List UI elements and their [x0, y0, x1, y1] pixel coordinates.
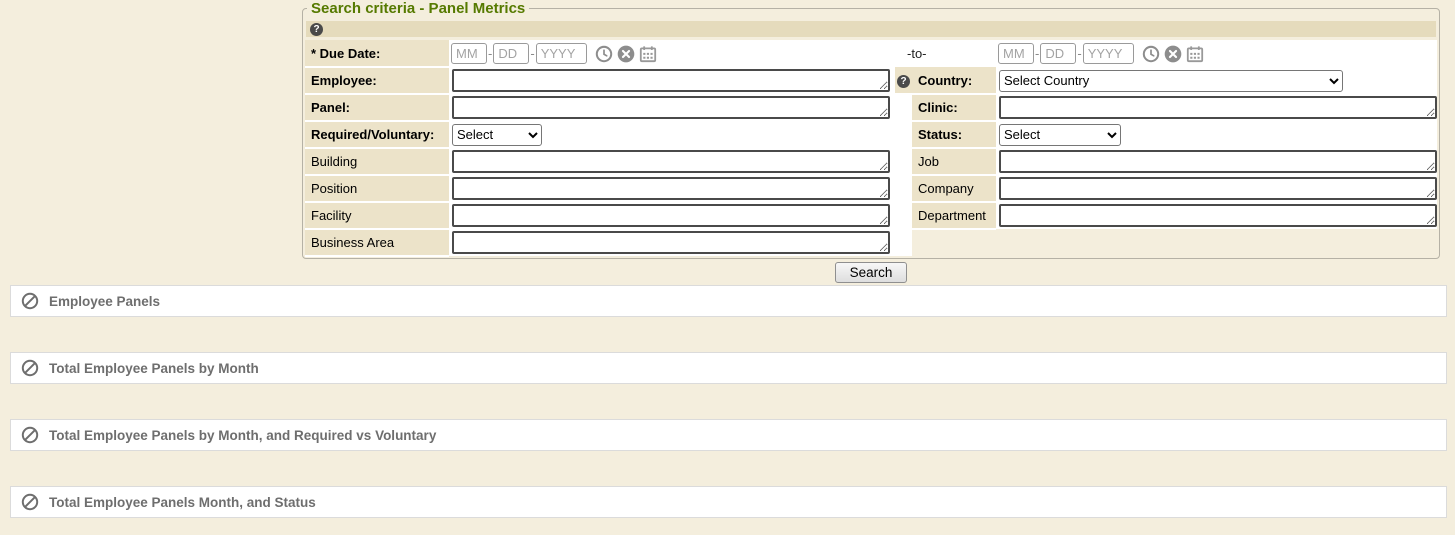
- date-separator: -: [488, 46, 492, 61]
- row-business-area: Business Area: [305, 229, 1437, 256]
- time-icon[interactable]: [595, 45, 613, 63]
- disabled-icon: [21, 292, 39, 310]
- due-date-from-day-input[interactable]: [493, 43, 529, 64]
- due-date-to-year-input[interactable]: [1083, 43, 1134, 64]
- due-date-to-group: - -: [998, 43, 1435, 64]
- panel-input[interactable]: [452, 96, 890, 119]
- company-label: Company: [912, 175, 996, 202]
- disabled-icon: [21, 426, 39, 444]
- help-icon[interactable]: ?: [310, 23, 323, 36]
- date-separator: -: [1035, 46, 1039, 61]
- job-input[interactable]: [999, 150, 1437, 173]
- help-bar: ?: [306, 21, 1436, 37]
- section-total-panels-required-vs-voluntary[interactable]: Total Employee Panels by Month, and Requ…: [10, 419, 1447, 451]
- department-label: Department: [912, 202, 996, 229]
- row-due-date: * Due Date: - -: [305, 40, 1437, 67]
- employee-input[interactable]: [452, 69, 890, 92]
- search-button[interactable]: Search: [835, 262, 908, 283]
- country-select[interactable]: Select Country: [999, 70, 1343, 92]
- section-label: Total Employee Panels by Month: [49, 361, 259, 376]
- section-label: Total Employee Panels Month, and Status: [49, 495, 316, 510]
- required-voluntary-select[interactable]: Select: [452, 124, 542, 146]
- time-icon[interactable]: [1142, 45, 1160, 63]
- due-date-from-year-input[interactable]: [536, 43, 587, 64]
- due-date-label: * Due Date:: [305, 40, 449, 67]
- row-position-company: Position Company: [305, 175, 1437, 202]
- row-building-job: Building Job: [305, 148, 1437, 175]
- clear-date-icon[interactable]: [617, 45, 635, 63]
- facility-label: Facility: [305, 202, 449, 229]
- disabled-icon: [21, 359, 39, 377]
- clinic-label: Clinic:: [912, 94, 996, 121]
- section-total-panels-month-status[interactable]: Total Employee Panels Month, and Status: [10, 486, 1447, 518]
- calendar-icon[interactable]: [639, 45, 657, 63]
- date-separator: -: [1077, 46, 1081, 61]
- section-label: Total Employee Panels by Month, and Requ…: [49, 428, 436, 443]
- building-input[interactable]: [452, 150, 890, 173]
- employee-label: Employee:: [305, 67, 449, 94]
- due-date-from-month-input[interactable]: [451, 43, 487, 64]
- due-date-from-group: - -: [451, 43, 893, 64]
- company-input[interactable]: [999, 177, 1437, 200]
- search-button-row: Search: [302, 262, 1440, 283]
- section-total-panels-by-month[interactable]: Total Employee Panels by Month: [10, 352, 1447, 384]
- search-criteria-panel: Search criteria - Panel Metrics ? * Due …: [302, 0, 1440, 259]
- country-help-icon[interactable]: ?: [897, 75, 910, 88]
- section-label: Employee Panels: [49, 294, 160, 309]
- status-select[interactable]: Select: [999, 124, 1121, 146]
- page-title: Search criteria - Panel Metrics: [307, 0, 529, 17]
- country-label: Country:: [912, 67, 996, 94]
- row-facility-department: Facility Department: [305, 202, 1437, 229]
- clinic-input[interactable]: [999, 96, 1437, 119]
- facility-input[interactable]: [452, 204, 890, 227]
- criteria-table: * Due Date: - -: [305, 40, 1437, 257]
- row-panel-clinic: Panel: Clinic:: [305, 94, 1437, 121]
- job-label: Job: [912, 148, 996, 175]
- calendar-icon[interactable]: [1186, 45, 1204, 63]
- row-employee-country: Employee: ? Country: Select Country: [305, 67, 1437, 94]
- status-label: Status:: [912, 121, 996, 148]
- row-required-status: Required/Voluntary: Select Status: Selec…: [305, 121, 1437, 148]
- section-employee-panels[interactable]: Employee Panels: [10, 285, 1447, 317]
- required-voluntary-label: Required/Voluntary:: [305, 121, 449, 148]
- building-label: Building: [305, 148, 449, 175]
- date-separator: -: [530, 46, 534, 61]
- search-criteria-fieldset: Search criteria - Panel Metrics ? * Due …: [302, 0, 1440, 259]
- due-date-to-day-input[interactable]: [1040, 43, 1076, 64]
- position-label: Position: [305, 175, 449, 202]
- business-area-label: Business Area: [305, 229, 449, 256]
- due-date-to-month-input[interactable]: [998, 43, 1034, 64]
- position-input[interactable]: [452, 177, 890, 200]
- clear-date-icon[interactable]: [1164, 45, 1182, 63]
- business-area-input[interactable]: [452, 231, 890, 254]
- disabled-icon: [21, 493, 39, 511]
- department-input[interactable]: [999, 204, 1437, 227]
- panel-label: Panel:: [305, 94, 449, 121]
- to-label: -to-: [895, 40, 996, 67]
